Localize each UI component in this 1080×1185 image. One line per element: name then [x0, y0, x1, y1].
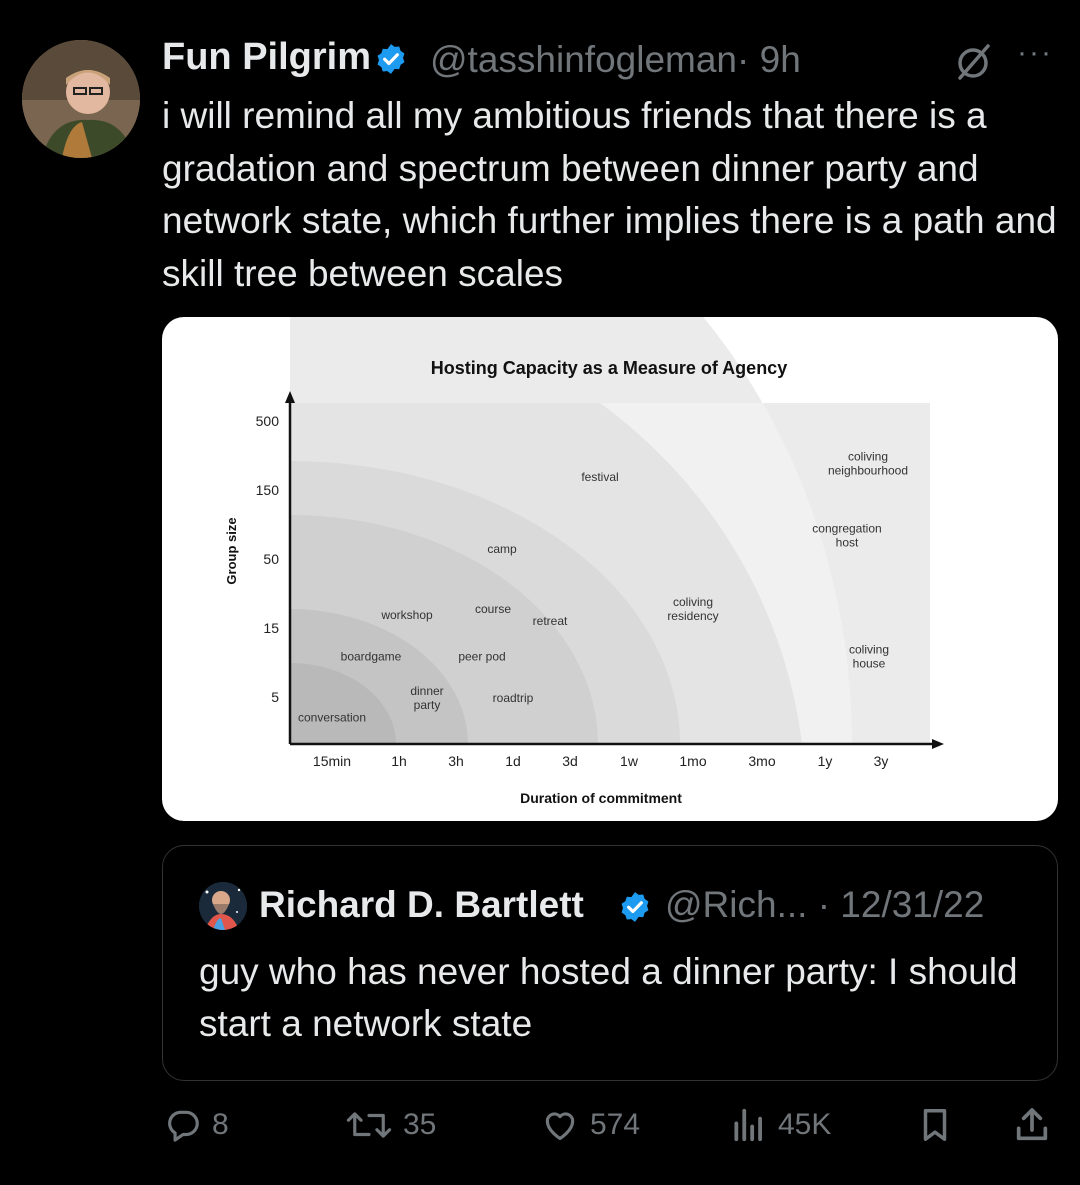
author-avatar[interactable] — [22, 40, 140, 158]
tweet-text: i will remind all my ambitious friends t… — [162, 95, 1057, 294]
x-axis-label: Duration of commitment — [520, 790, 682, 806]
data-point-label: coliving — [849, 642, 889, 656]
y-axis-label: Group size — [224, 517, 239, 584]
quoted-author-handle[interactable]: @Rich... · 12/31/22 — [665, 884, 984, 926]
chart-image-card[interactable]: 15min 1h 3h 1d 3d 1w 1mo 3mo 1y 3y 5 15 50 150 500 Host… — [162, 317, 1058, 821]
chart-title: Hosting Capacity as a Measure of Agency — [431, 358, 787, 378]
x-tick-label: 1h — [391, 753, 407, 769]
reply-icon — [168, 1110, 199, 1142]
data-point-label: festival — [581, 470, 618, 484]
repost-button[interactable]: 35 — [345, 1100, 436, 1150]
data-point-label: coliving — [673, 595, 713, 609]
like-count: 574 — [590, 1108, 641, 1141]
data-point-label: peer pod — [458, 649, 505, 663]
views-count: 45K — [778, 1108, 832, 1141]
author-handle[interactable]: @tasshinfogleman — [430, 39, 737, 80]
y-tick-label: 150 — [256, 482, 280, 498]
y-tick-label: 50 — [263, 551, 279, 567]
author-name[interactable]: Fun Pilgrim — [162, 36, 371, 79]
x-tick-label: 3h — [448, 753, 464, 769]
x-tick-label: 3d — [562, 753, 578, 769]
tweet-actions: 8 35 574 45K — [0, 1100, 1080, 1160]
data-point-label: neighbourhood — [828, 464, 908, 478]
verified-icon — [377, 44, 405, 74]
data-point-label: host — [836, 536, 859, 550]
quoted-tweet-text: guy who has never hosted a dinner party:… — [199, 951, 1018, 1044]
data-point-label: coliving — [848, 450, 888, 464]
tweet-time[interactable]: · 9h — [737, 39, 801, 80]
data-point-label: retreat — [533, 614, 568, 628]
x-tick-label: 1d — [505, 753, 521, 769]
quoted-author-avatar[interactable] — [199, 882, 247, 930]
bookmark-button[interactable] — [916, 1100, 964, 1150]
views-button[interactable]: 45K — [730, 1100, 831, 1150]
tweet-header: Fun Pilgrim @tasshinfogleman· 9h ··· — [162, 36, 1062, 86]
y-tick-label: 500 — [256, 413, 280, 429]
data-point-label: house — [853, 656, 886, 670]
data-point-label: party — [414, 698, 441, 712]
share-icon — [1016, 1108, 1048, 1141]
x-tick-label: 3mo — [748, 753, 775, 769]
reply-count: 8 — [212, 1108, 229, 1141]
grok-icon[interactable] — [952, 40, 994, 82]
x-tick-label: 3y — [874, 753, 889, 769]
y-tick-label: 15 — [263, 620, 279, 636]
y-tick-label: 5 — [271, 689, 279, 705]
repost-icon — [346, 1112, 392, 1138]
x-tick-label: 15min — [313, 753, 351, 769]
chart-svg: 15min 1h 3h 1d 3d 1w 1mo 3mo 1y 3y 5 15 50 150 500 Host… — [224, 317, 944, 806]
data-point-label: conversation — [298, 710, 366, 724]
bookmark-icon — [923, 1109, 947, 1141]
like-button[interactable]: 574 — [540, 1100, 640, 1150]
x-axis-arrow — [932, 739, 944, 749]
like-icon — [545, 1112, 575, 1141]
views-icon — [734, 1108, 762, 1142]
quoted-tweet[interactable]: Richard D. Bartlett @Rich... · 12/31/22 … — [162, 845, 1058, 1081]
data-point-label: course — [475, 602, 511, 616]
verified-icon — [621, 892, 649, 922]
data-point-label: congregation — [812, 522, 881, 536]
data-point-label: roadtrip — [493, 691, 534, 705]
data-point-label: dinner — [410, 684, 443, 698]
quoted-author-name[interactable]: Richard D. Bartlett — [259, 884, 584, 926]
repost-count: 35 — [403, 1108, 437, 1141]
data-point-label: workshop — [380, 608, 433, 622]
reply-button[interactable]: 8 — [164, 1100, 229, 1150]
data-point-label: boardgame — [341, 649, 402, 663]
x-tick-label: 1mo — [679, 753, 706, 769]
data-point-label: camp — [487, 542, 517, 556]
more-icon[interactable]: ··· — [1017, 36, 1053, 70]
share-button[interactable] — [1012, 1100, 1062, 1150]
author-handle-time[interactable]: @tasshinfogleman· 9h — [430, 39, 801, 81]
data-point-label: residency — [667, 609, 718, 623]
x-tick-label: 1y — [818, 753, 833, 769]
x-tick-label: 1w — [620, 753, 639, 769]
